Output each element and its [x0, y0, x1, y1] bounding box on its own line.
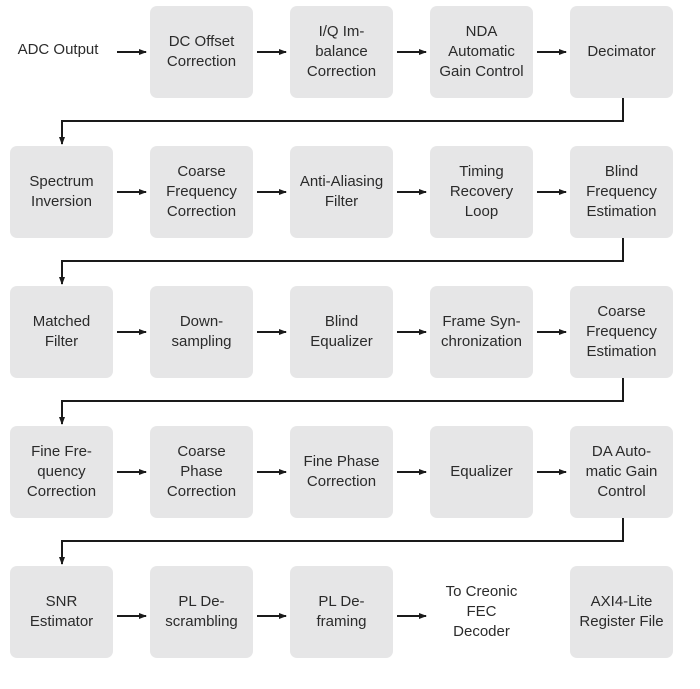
block-label: Blind Equalizer — [310, 313, 373, 350]
block-label: Matched Filter — [32, 313, 91, 350]
block-label: I/Q Im- balance Correction — [306, 23, 377, 80]
row-wrap-connector — [59, 518, 624, 565]
block-to-creonic-fec-decoder: To Creonic FEC Decoder — [430, 566, 533, 658]
block-label: PL De- framing — [316, 593, 367, 630]
block-dc-offset-correction: DC Offset Correction — [150, 6, 253, 98]
block-fine-phase-correction: Fine Phase Correction — [290, 426, 393, 518]
block-blind-frequency-estimation: Blind Frequency Estimation — [570, 146, 673, 238]
block-equalizer: Equalizer — [430, 426, 533, 518]
block-matched-filter: Matched Filter — [10, 286, 113, 378]
block-spectrum-inversion: Spectrum Inversion — [10, 146, 113, 238]
block-label: Coarse Frequency Correction — [166, 163, 237, 220]
block-label: Fine Fre- quency Correction — [26, 443, 97, 500]
block-label: Coarse Phase Correction — [166, 443, 237, 500]
block-fine-frequency-correction: Fine Fre- quency Correction — [10, 426, 113, 518]
block-label: AXI4-Lite Register File — [579, 593, 664, 630]
block-blind-equalizer: Blind Equalizer — [290, 286, 393, 378]
block-label: Decimator — [587, 43, 656, 60]
block-downsampling: Down- sampling — [150, 286, 253, 378]
block-timing-recovery-loop: Timing Recovery Loop — [430, 146, 533, 238]
block-label: Timing Recovery Loop — [449, 163, 514, 220]
block-coarse-phase-correction: Coarse Phase Correction — [150, 426, 253, 518]
block-label: DC Offset Correction — [166, 33, 237, 70]
block-label: Equalizer — [450, 463, 513, 480]
signal-processing-block-diagram: ADC Output DC Offset Correction I/Q Im- b… — [0, 0, 700, 689]
block-label: PL De- scrambling — [165, 593, 238, 630]
block-pl-descrambling: PL De- scrambling — [150, 566, 253, 658]
row-wrap-connector — [59, 238, 624, 285]
block-coarse-frequency-estimation: Coarse Frequency Estimation — [570, 286, 673, 378]
block-label: Spectrum Inversion — [29, 173, 94, 210]
block-label: To Creonic FEC Decoder — [445, 583, 518, 640]
adc-output-label: ADC Output — [17, 41, 99, 58]
block-label: Blind Frequency Estimation — [586, 163, 657, 220]
block-label: SNR Estimator — [29, 593, 94, 630]
block-i-q-imbalance-correction: I/Q Im- balance Correction — [290, 6, 393, 98]
block-axi4-lite-register-file: AXI4-Lite Register File — [570, 566, 673, 658]
block-label: NDA Automatic Gain Control — [439, 23, 524, 80]
block-label: Anti-Aliasing Filter — [299, 173, 384, 210]
block-decimator: Decimator — [570, 6, 673, 98]
row-wrap-connector — [59, 378, 624, 425]
row-wrap-connector — [59, 98, 624, 145]
block-label: DA Auto- matic Gain Control — [585, 443, 658, 500]
block-coarse-frequency-correction: Coarse Frequency Correction — [150, 146, 253, 238]
block-anti-aliasing-filter: Anti-Aliasing Filter — [290, 146, 393, 238]
block-label: Down- sampling — [171, 313, 232, 350]
block-label: Frame Syn- chronization — [441, 313, 522, 350]
block-nda-automatic-gain-control: NDA Automatic Gain Control — [430, 6, 533, 98]
block-da-automatic-gain-control: DA Auto- matic Gain Control — [570, 426, 673, 518]
block-label: Coarse Frequency Estimation — [586, 303, 657, 360]
block-frame-synchronization: Frame Syn- chronization — [430, 286, 533, 378]
block-pl-deframing: PL De- framing — [290, 566, 393, 658]
block-label: Fine Phase Correction — [303, 453, 380, 490]
block-snr-estimator: SNR Estimator — [10, 566, 113, 658]
